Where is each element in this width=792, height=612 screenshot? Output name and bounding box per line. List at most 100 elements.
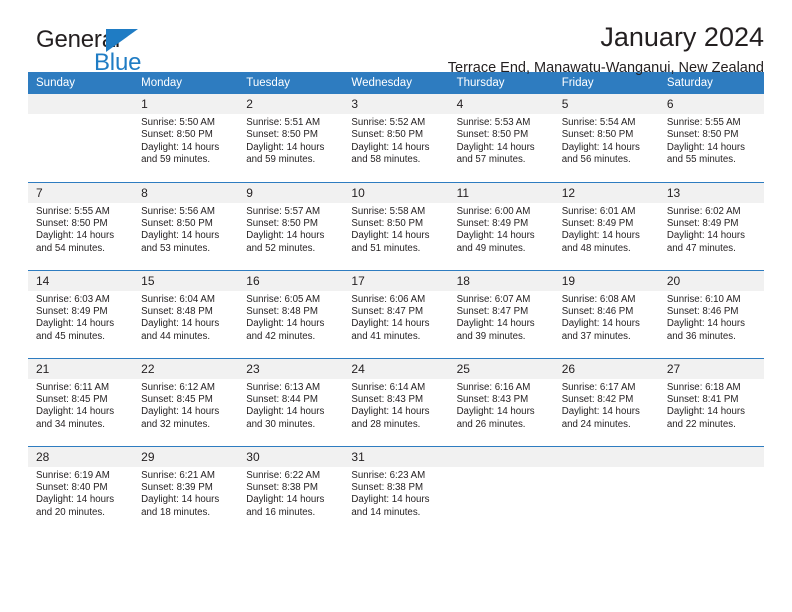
calendar-day-cell[interactable]: 7 Sunrise: 5:55 AM Sunset: 8:50 PM Daylight… [28,181,134,270]
day-info: Sunrise: 6:13 AM Sunset: 8:44 PM Daylight:… [238,379,343,432]
day-number: 10 [343,182,449,203]
calendar-day-cell[interactable]: 5 Sunrise: 5:54 AM Sunset: 8:50 PM Daylight… [553,94,659,182]
daylight-text-line1: Daylight: 14 hours [561,318,640,330]
daylight-text-line2: and 55 minutes. [666,154,736,166]
sunset-text: Sunset: 8:49 PM [456,217,529,229]
daylight-text-line1: Daylight: 14 hours [456,318,535,330]
calendar-day-cell[interactable]: 26 Sunrise: 6:17 AM Sunset: 8:42 PM Dayligh… [553,357,659,446]
day-info: Sunrise: 6:22 AM Sunset: 8:38 PM Daylight:… [238,467,343,520]
sunrise-text: Sunrise: 6:05 AM [246,293,321,305]
day-info: Sunrise: 6:05 AM Sunset: 8:48 PM Daylight:… [238,291,343,344]
day-info: Sunrise: 5:50 AM Sunset: 8:50 PM Daylight:… [133,114,238,167]
sunrise-text: Sunrise: 6:03 AM [36,293,110,305]
calendar-day-cell[interactable]: 1 Sunrise: 5:50 AM Sunset: 8:50 PM Daylight… [133,94,239,182]
day-info: Sunrise: 5:58 AM Sunset: 8:50 PM Daylight:… [343,203,448,256]
calendar-day-cell[interactable]: 14 Sunrise: 6:03 AM Sunset: 8:49 PM Dayligh… [28,269,134,358]
daylight-text-line1: Daylight: 14 hours [36,494,115,506]
calendar-day-cell[interactable]: 21 Sunrise: 6:11 AM Sunset: 8:45 PM Dayligh… [28,357,134,446]
calendar-day-cell[interactable]: 2 Sunrise: 5:51 AM Sunset: 8:50 PM Daylight… [238,94,344,182]
daylight-text-line2: and 39 minutes. [456,330,526,342]
daylight-text-line1: Daylight: 14 hours [141,230,220,242]
day-info: Sunrise: 6:04 AM Sunset: 8:48 PM Daylight:… [133,291,238,344]
day-number: 5 [553,94,659,114]
calendar-day-cell[interactable]: 25 Sunrise: 6:16 AM Sunset: 8:43 PM Dayligh… [448,357,554,446]
sunrise-text: Sunrise: 5:58 AM [351,205,426,217]
daylight-text-line2: and 37 minutes. [561,330,631,342]
day-info: Sunrise: 6:14 AM Sunset: 8:43 PM Daylight:… [343,379,448,432]
daylight-text-line2: and 28 minutes. [351,418,421,430]
day-number: 11 [448,182,554,203]
daylight-text-line2: and 24 minutes. [561,418,631,430]
day-number: 22 [133,358,239,379]
sunset-text: Sunset: 8:38 PM [246,481,318,493]
calendar-day-cell[interactable]: 31 Sunrise: 6:23 AM Sunset: 8:38 PM Dayligh… [343,445,449,534]
sunset-text: Sunset: 8:50 PM [141,217,213,229]
calendar-day-cell[interactable]: 27 Sunrise: 6:18 AM Sunset: 8:41 PM Dayligh… [658,357,764,446]
sunset-text: Sunset: 8:50 PM [36,217,108,229]
day-number: 28 [28,446,134,467]
daylight-text-line1: Daylight: 14 hours [246,318,325,330]
sunrise-text: Sunrise: 6:18 AM [666,381,741,393]
calendar-day-cell[interactable]: 24 Sunrise: 6:14 AM Sunset: 8:43 PM Dayligh… [343,357,449,446]
calendar-day-cell[interactable]: 4 Sunrise: 5:53 AM Sunset: 8:50 PM Daylight… [448,94,554,182]
sunset-text: Sunset: 8:49 PM [36,305,108,317]
calendar-day-cell[interactable]: 8 Sunrise: 5:56 AM Sunset: 8:50 PM Daylight… [133,181,239,270]
calendar-table: Sunday Monday Tuesday Wednesday Thursday… [28,72,764,534]
sunrise-text: Sunrise: 6:07 AM [456,293,531,305]
day-info: Sunrise: 6:01 AM Sunset: 8:49 PM Daylight:… [554,203,659,256]
day-number: 25 [448,358,554,379]
day-number: 17 [343,270,449,291]
page-subtitle: Terrace End, Manawatu-Wanganui, New Zeal… [447,60,764,76]
calendar-day-cell[interactable]: 18 Sunrise: 6:07 AM Sunset: 8:47 PM Dayligh… [448,269,554,358]
sunset-text: Sunset: 8:49 PM [666,217,739,229]
sunset-text: Sunset: 8:50 PM [456,129,529,141]
calendar-day-cell[interactable]: 3 Sunrise: 5:52 AM Sunset: 8:50 PM Daylight… [343,94,449,182]
daylight-text-line2: and 30 minutes. [246,418,316,430]
calendar-day-cell[interactable]: 17 Sunrise: 6:06 AM Sunset: 8:47 PM Dayligh… [343,269,449,358]
calendar-day-cell[interactable]: 13 Sunrise: 6:02 AM Sunset: 8:49 PM Dayligh… [658,181,764,270]
day-info: Sunrise: 6:02 AM Sunset: 8:49 PM Daylight:… [659,203,764,256]
daylight-text-line2: and 34 minutes. [36,418,105,430]
calendar-body: 1 Sunrise: 5:50 AM Sunset: 8:50 PM Daylight… [28,94,764,534]
daylight-text-line2: and 20 minutes. [36,506,105,518]
calendar-day-cell[interactable]: 30 Sunrise: 6:22 AM Sunset: 8:38 PM Dayligh… [238,445,344,534]
day-number [553,446,659,467]
calendar-day-cell[interactable]: 28 Sunrise: 6:19 AM Sunset: 8:40 PM Dayligh… [28,445,134,534]
daylight-text-line1: Daylight: 14 hours [666,318,745,330]
calendar-day-cell[interactable]: 22 Sunrise: 6:12 AM Sunset: 8:45 PM Dayligh… [133,357,239,446]
calendar-empty-cell [658,445,764,534]
day-number: 4 [448,94,554,114]
day-number [448,446,554,467]
sunrise-text: Sunrise: 6:08 AM [561,293,636,305]
calendar-day-cell[interactable]: 19 Sunrise: 6:08 AM Sunset: 8:46 PM Dayligh… [553,269,659,358]
daylight-text-line1: Daylight: 14 hours [246,141,325,153]
calendar-day-cell[interactable]: 15 Sunrise: 6:04 AM Sunset: 8:48 PM Dayligh… [133,269,239,358]
generalblue-logo[interactable]: General Blue [36,28,141,75]
calendar-day-cell[interactable]: 10 Sunrise: 5:58 AM Sunset: 8:50 PM Dayligh… [343,181,449,270]
daylight-text-line1: Daylight: 14 hours [561,230,640,242]
weekday-header-tuesday: Tuesday [238,72,344,94]
day-info: Sunrise: 5:54 AM Sunset: 8:50 PM Daylight:… [554,114,659,167]
calendar-day-cell[interactable]: 6 Sunrise: 5:55 AM Sunset: 8:50 PM Daylight… [658,94,764,182]
calendar-day-cell[interactable]: 12 Sunrise: 6:01 AM Sunset: 8:49 PM Dayligh… [553,181,659,270]
daylight-text-line2: and 36 minutes. [666,330,736,342]
day-number: 6 [658,94,764,114]
calendar-day-cell[interactable]: 20 Sunrise: 6:10 AM Sunset: 8:46 PM Dayligh… [658,269,764,358]
sunrise-text: Sunrise: 6:01 AM [561,205,636,217]
sunrise-text: Sunrise: 5:57 AM [246,205,321,217]
day-number: 23 [238,358,344,379]
calendar-day-cell[interactable]: 16 Sunrise: 6:05 AM Sunset: 8:48 PM Dayligh… [238,269,344,358]
day-info: Sunrise: 5:56 AM Sunset: 8:50 PM Daylight:… [133,203,238,256]
calendar-day-cell[interactable]: 9 Sunrise: 5:57 AM Sunset: 8:50 PM Daylight… [238,181,344,270]
sunset-text: Sunset: 8:50 PM [246,217,318,229]
sunrise-text: Sunrise: 5:50 AM [141,117,215,128]
sunrise-text: Sunrise: 6:00 AM [456,205,531,217]
calendar-day-cell[interactable]: 11 Sunrise: 6:00 AM Sunset: 8:49 PM Dayligh… [448,181,554,270]
calendar-day-cell[interactable]: 29 Sunrise: 6:21 AM Sunset: 8:39 PM Dayligh… [133,445,239,534]
sunset-text: Sunset: 8:38 PM [351,481,424,493]
calendar-day-cell[interactable]: 23 Sunrise: 6:13 AM Sunset: 8:44 PM Dayligh… [238,357,344,446]
day-number: 26 [553,358,659,379]
day-number: 12 [553,182,659,203]
daylight-text-line2: and 52 minutes. [246,242,316,254]
sunrise-text: Sunrise: 5:52 AM [351,117,426,128]
